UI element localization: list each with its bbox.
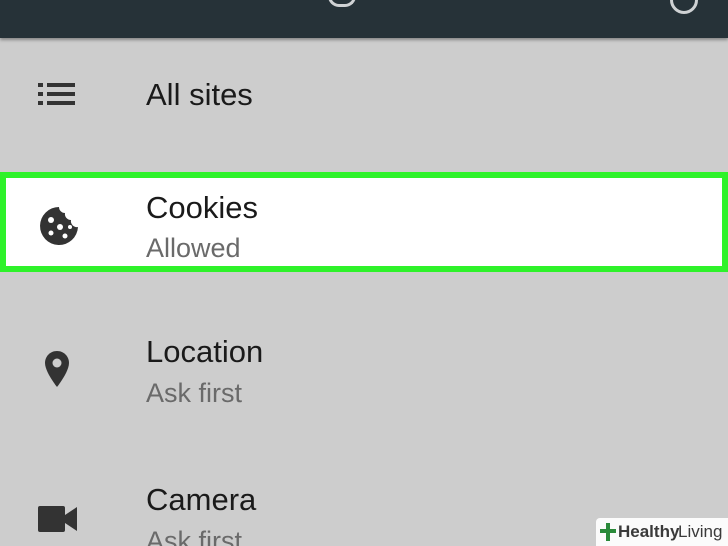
list-item-all-sites[interactable]: All sites: [0, 38, 728, 154]
videocam-icon: [38, 506, 77, 532]
list-item-title: Cookies: [146, 190, 258, 225]
list-item-title: Camera: [146, 482, 257, 517]
list-item-subtitle: Ask first: [146, 526, 243, 546]
watermark-logo-icon: [600, 523, 616, 541]
location-pin-icon: [45, 351, 69, 387]
list-item-cookies[interactable]: Cookies Allowed: [0, 172, 728, 272]
list-item-title: All sites: [146, 77, 253, 112]
watermark: Healthy Living: [596, 518, 728, 546]
list-item-title: Location: [146, 334, 264, 369]
site-settings-screen: All sites Cookies Allowed Location Ask f…: [0, 0, 728, 546]
help-icon[interactable]: [670, 0, 698, 14]
app-bar: [0, 0, 728, 38]
cookie-icon: [40, 207, 78, 245]
app-bar-title-fragment: [328, 0, 356, 7]
list-item-subtitle: Ask first: [146, 378, 243, 408]
watermark-text-secondary: Living: [678, 522, 723, 541]
list-item-location[interactable]: Location Ask first: [0, 300, 728, 430]
list-icon: [38, 83, 75, 105]
list-item-subtitle: Allowed: [146, 233, 241, 263]
watermark-text-primary: Healthy: [618, 522, 680, 541]
